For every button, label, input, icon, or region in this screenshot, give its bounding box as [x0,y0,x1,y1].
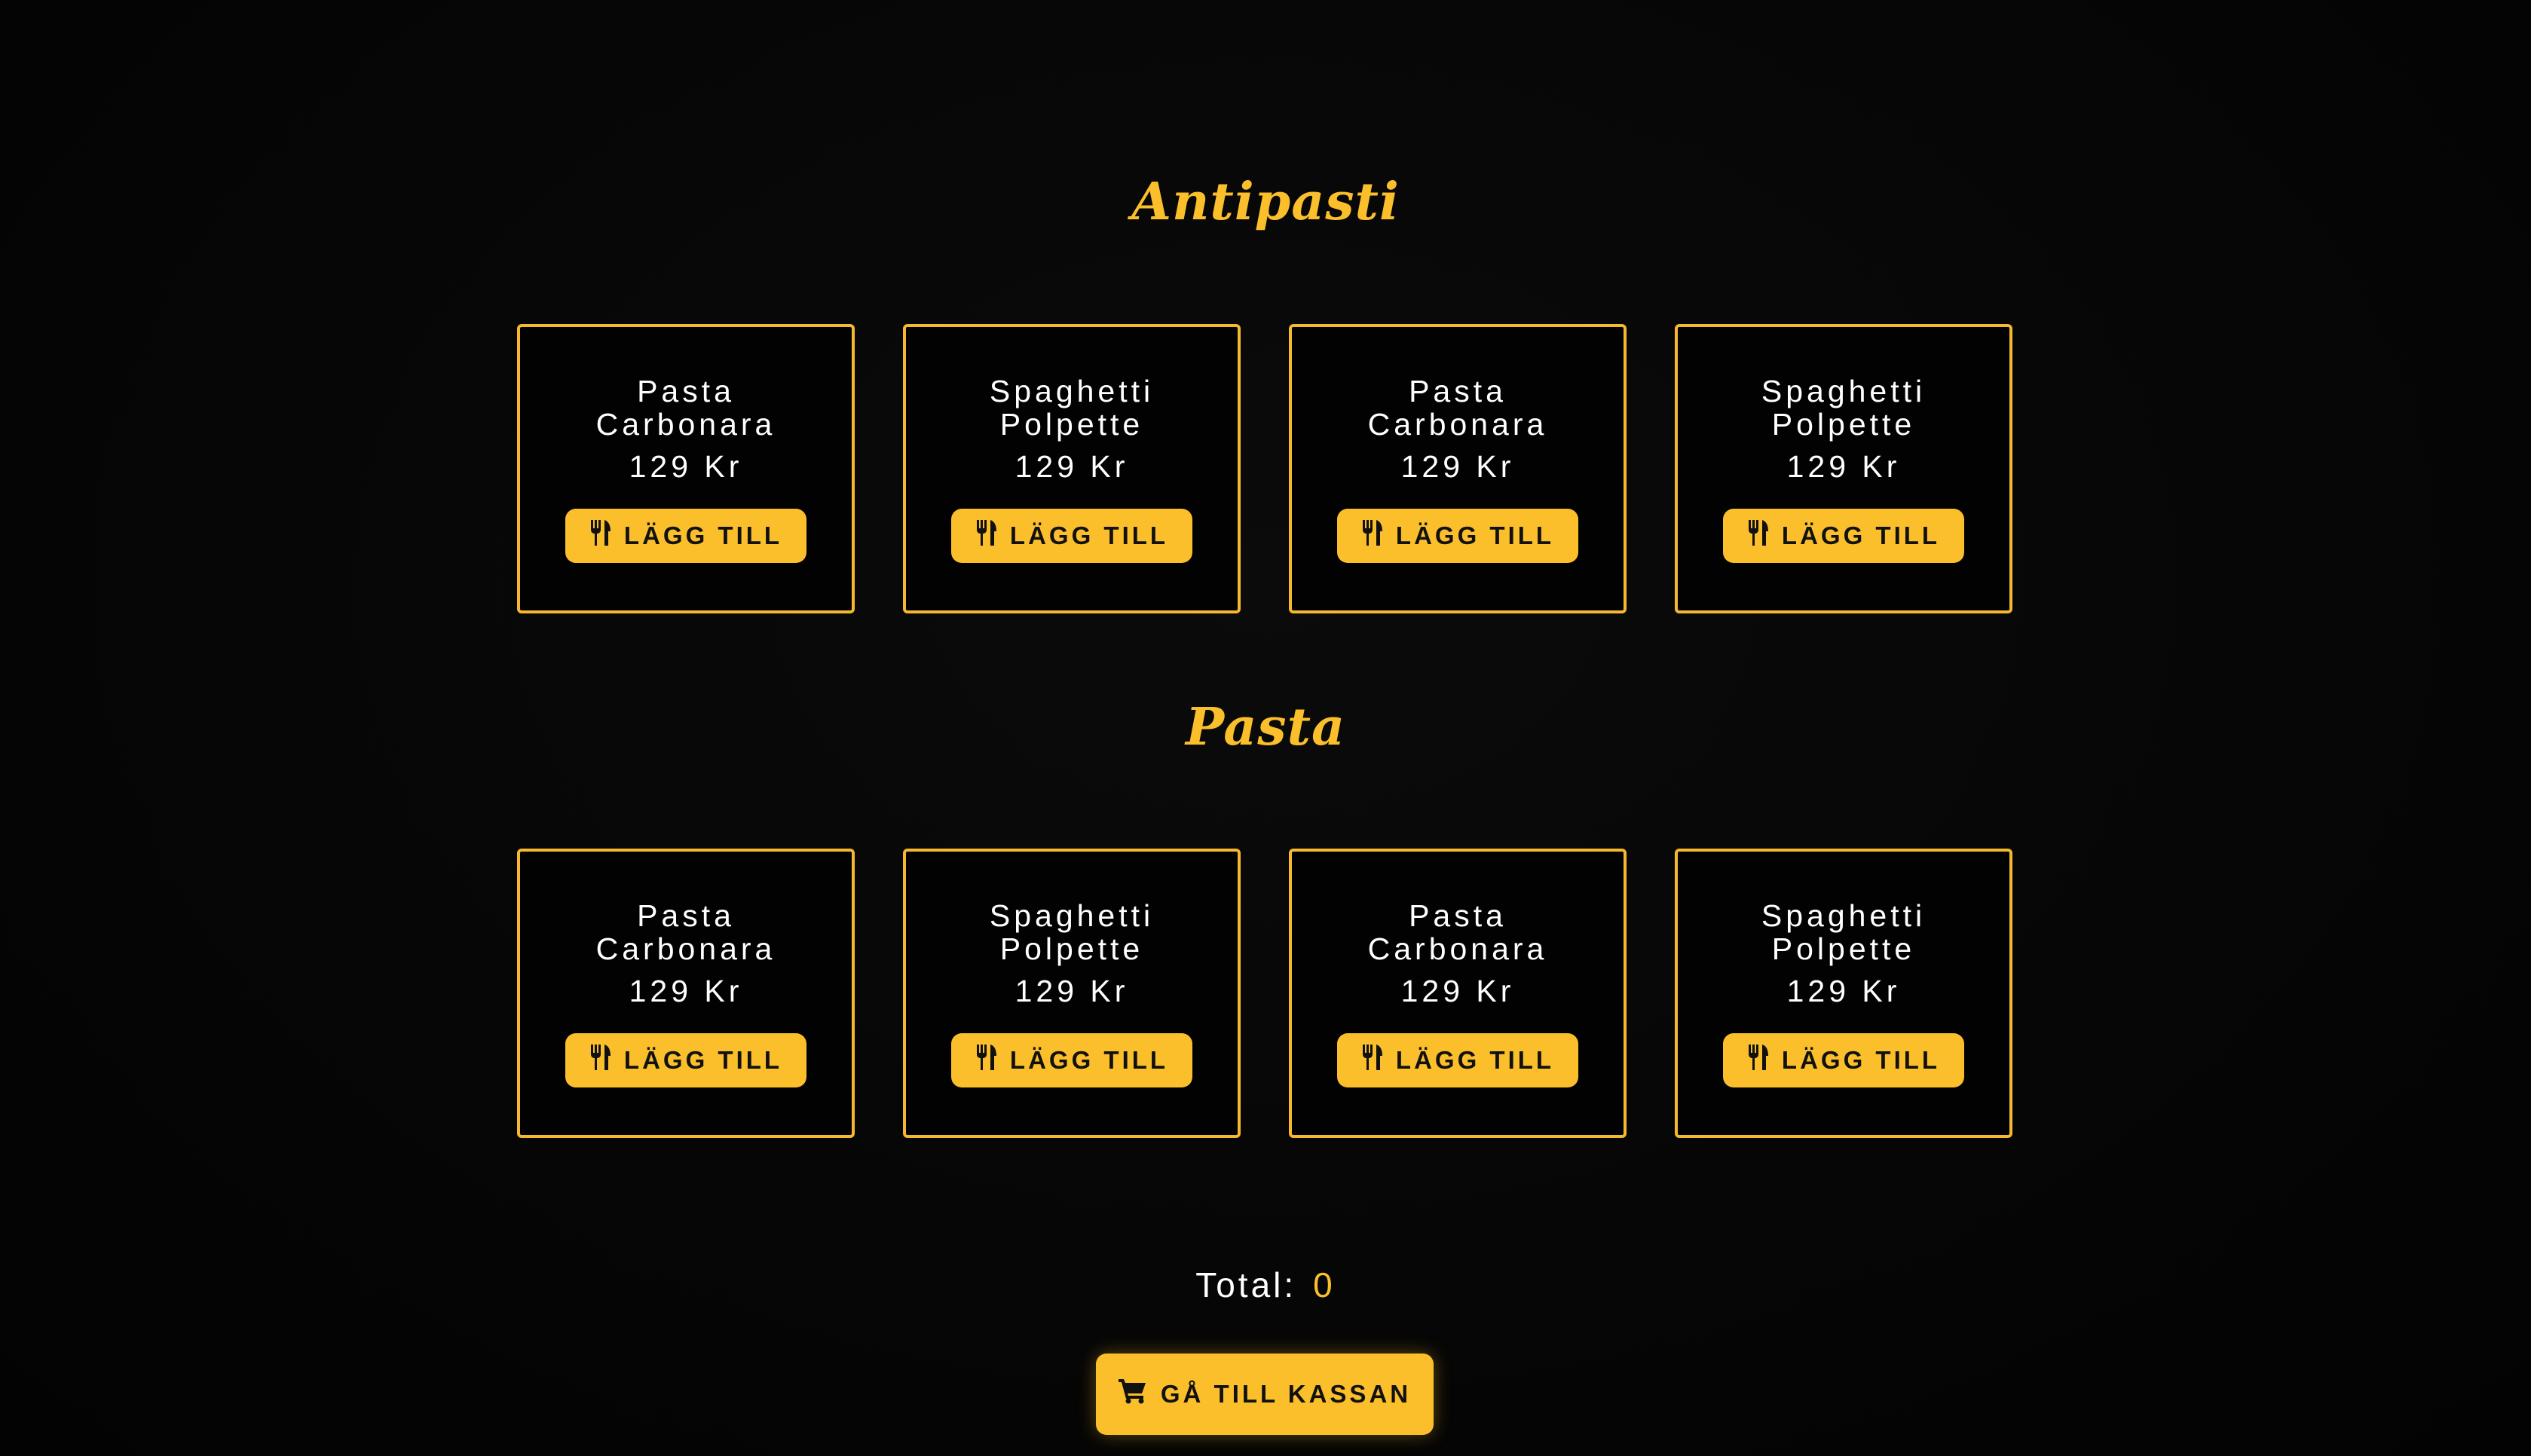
dish-price: 129 Kr [1786,449,1901,484]
section-title-antipasti: Antipasti [1131,172,1400,232]
add-to-cart-button[interactable]: LÄGG TILL [1723,1033,1964,1087]
menu-card: Spaghetti Polpette 129 Kr LÄGG TILL [1675,324,2012,613]
dish-name: Spaghetti Polpette [1761,374,1927,442]
menu-card: Pasta Carbonara 129 Kr LÄGG TILL [1289,324,1627,613]
utensils-icon [589,520,612,552]
add-button-label: LÄGG TILL [1395,1046,1555,1074]
menu-card: Pasta Carbonara 129 Kr LÄGG TILL [517,849,855,1138]
add-button-label: LÄGG TILL [623,522,783,549]
total-value: 0 [1313,1265,1336,1305]
menu-grid-pasta: Pasta Carbonara 129 Kr LÄGG TILL Spaghet… [517,849,2012,1138]
utensils-icon [1361,1045,1384,1076]
add-button-label: LÄGG TILL [1781,1046,1941,1074]
add-to-cart-button[interactable]: LÄGG TILL [1337,1033,1578,1087]
dish-name: Pasta Carbonara [1367,898,1548,966]
dish-price: 129 Kr [1015,449,1129,484]
dish-name: Spaghetti Polpette [1761,898,1927,966]
add-button-label: LÄGG TILL [1395,522,1555,549]
dish-price: 129 Kr [629,449,743,484]
cart-icon [1118,1378,1147,1410]
menu-card: Spaghetti Polpette 129 Kr LÄGG TILL [903,324,1241,613]
utensils-icon [1361,520,1384,552]
add-to-cart-button[interactable]: LÄGG TILL [1337,509,1578,563]
menu-card: Pasta Carbonara 129 Kr LÄGG TILL [517,324,855,613]
dish-name: Pasta Carbonara [595,374,776,442]
dish-name: Spaghetti Polpette [989,898,1155,966]
checkout-label: GÅ TILL KASSAN [1160,1380,1412,1408]
menu-page: Antipasti Pasta Carbonara 129 Kr LÄGG TI… [0,0,2531,1456]
add-button-label: LÄGG TILL [1781,522,1941,549]
utensils-icon [975,520,998,552]
dish-price: 129 Kr [1400,449,1515,484]
total-label: Total: [1195,1265,1297,1305]
order-total: Total: 0 [0,1265,2531,1305]
dish-price: 129 Kr [1786,974,1901,1008]
utensils-icon [1747,520,1770,552]
add-to-cart-button[interactable]: LÄGG TILL [1723,509,1964,563]
menu-grid-antipasti: Pasta Carbonara 129 Kr LÄGG TILL Spaghet… [517,324,2012,613]
add-to-cart-button[interactable]: LÄGG TILL [951,509,1192,563]
dish-name: Pasta Carbonara [1367,374,1548,442]
dish-name: Spaghetti Polpette [989,374,1155,442]
dish-price: 129 Kr [1400,974,1515,1008]
utensils-icon [975,1045,998,1076]
checkout-button[interactable]: GÅ TILL KASSAN [1096,1354,1434,1435]
add-to-cart-button[interactable]: LÄGG TILL [951,1033,1192,1087]
menu-card: Pasta Carbonara 129 Kr LÄGG TILL [1289,849,1627,1138]
utensils-icon [1747,1045,1770,1076]
menu-card: Spaghetti Polpette 129 Kr LÄGG TILL [1675,849,2012,1138]
utensils-icon [589,1045,612,1076]
add-to-cart-button[interactable]: LÄGG TILL [565,509,806,563]
add-button-label: LÄGG TILL [623,1046,783,1074]
menu-card: Spaghetti Polpette 129 Kr LÄGG TILL [903,849,1241,1138]
dish-price: 129 Kr [629,974,743,1008]
dish-name: Pasta Carbonara [595,898,776,966]
add-to-cart-button[interactable]: LÄGG TILL [565,1033,806,1087]
add-button-label: LÄGG TILL [1009,522,1169,549]
section-title-pasta: Pasta [1185,697,1346,757]
dish-price: 129 Kr [1015,974,1129,1008]
add-button-label: LÄGG TILL [1009,1046,1169,1074]
